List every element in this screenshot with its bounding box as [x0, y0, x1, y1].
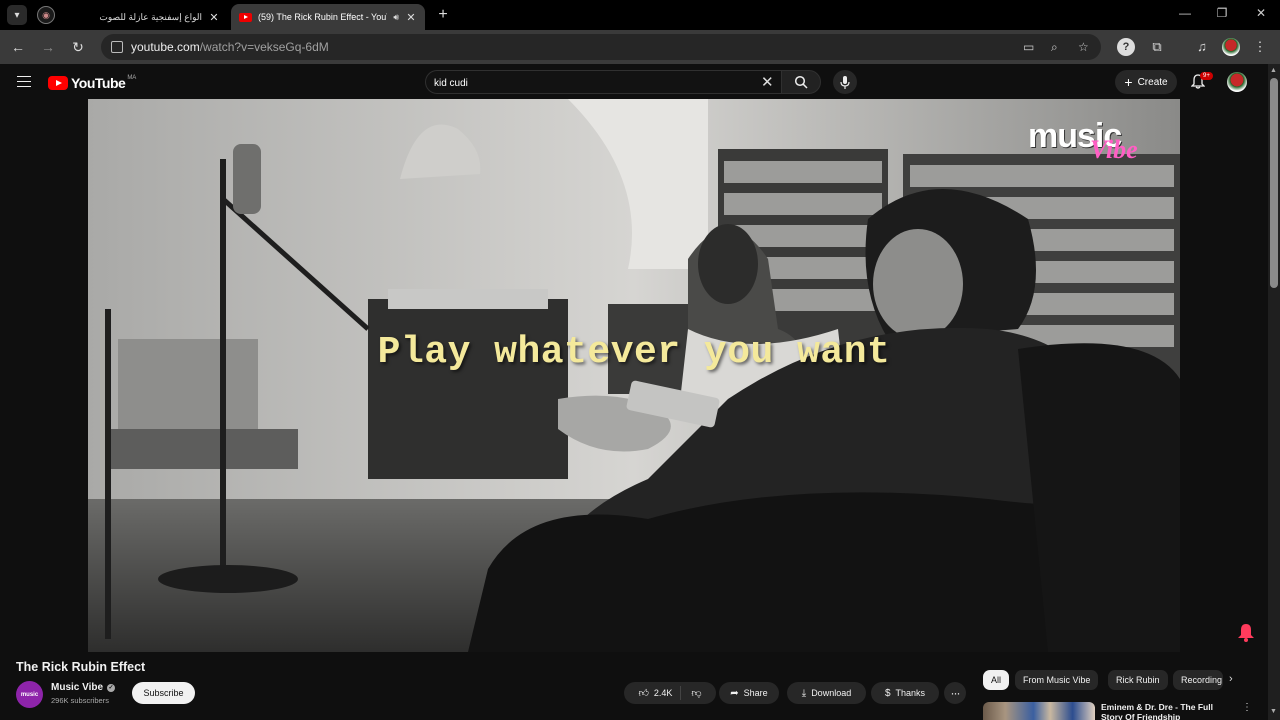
thanks-label: Thanks — [895, 688, 926, 698]
browser-tab-1[interactable]: الواع إسفنجية عازلة للصوت ✕ — [60, 4, 228, 30]
youtube-favicon-icon — [239, 12, 252, 22]
zoom-icon[interactable]: ⌕ — [1051, 40, 1058, 55]
recommended-video-thumbnail[interactable] — [983, 702, 1095, 720]
url-text: youtube.com/watch?v=vekseGq-6dM — [131, 40, 329, 54]
media-control-icon[interactable]: ♫ — [1193, 39, 1211, 54]
like-button[interactable]: 👍︎ 2.4K — [638, 686, 682, 700]
account-avatar[interactable] — [1227, 72, 1247, 92]
scroll-down-arrow-icon[interactable]: ▼ — [1270, 708, 1277, 715]
url-host: youtube.com — [131, 40, 200, 54]
channel-watermark-logo[interactable]: music Vibe — [1028, 119, 1158, 165]
subscribe-button[interactable]: Subscribe — [132, 682, 195, 704]
speaker-icon[interactable]: 🔊︎ — [393, 12, 399, 23]
subscriber-count: 296K subscribers — [51, 696, 109, 705]
browser-menu-icon[interactable]: ⋮ — [1251, 39, 1269, 55]
video-player[interactable]: Play whatever you want music Vibe — [88, 99, 1180, 652]
super-thanks-icon: $ — [884, 687, 891, 699]
url-path: /watch?v=vekseGq-6dM — [199, 40, 329, 54]
share-button[interactable]: ➦ Share — [719, 682, 779, 704]
microphone-icon — [840, 75, 850, 89]
minimize-icon[interactable]: — — [1177, 6, 1193, 20]
browser-profile-avatar[interactable] — [1222, 38, 1240, 56]
verified-check-icon: ✓ — [107, 683, 116, 692]
channel-name: Music Vibe — [51, 682, 104, 693]
clear-search-icon[interactable]: ✕ — [761, 73, 774, 91]
cast-icon[interactable]: ▭ — [1023, 40, 1034, 54]
window-close-icon[interactable]: ✕ — [1253, 6, 1269, 20]
chip-recording[interactable]: Recording — [1173, 670, 1223, 690]
like-count: 2.4K — [653, 688, 673, 698]
scroll-up-arrow-icon[interactable]: ▲ — [1270, 67, 1277, 74]
like-dislike-group: 👍︎ 2.4K 👎︎ — [624, 682, 716, 704]
plus-icon: + — [1124, 74, 1133, 90]
video-title: The Rick Rubin Effect — [16, 660, 146, 674]
new-tab-button[interactable]: + — [434, 6, 452, 24]
restore-icon[interactable]: ❐ — [1214, 6, 1230, 20]
subscribe-bell-icon[interactable] — [1236, 622, 1256, 647]
channel-name-link[interactable]: Music Vibe ✓ — [51, 682, 116, 693]
tab-close-icon[interactable]: ✕ — [405, 11, 417, 24]
bookmark-star-icon[interactable]: ☆ — [1078, 40, 1089, 54]
chevron-right-icon[interactable]: › — [1229, 673, 1233, 685]
browser-tab-strip: ▾ ◉ الواع إسفنجية عازلة للصوت ✕ (59) The… — [0, 0, 1280, 30]
search-icon — [794, 75, 808, 89]
thumbs-down-icon: 👎︎ — [691, 688, 702, 699]
voice-search-button[interactable] — [833, 70, 857, 94]
hamburger-menu-icon[interactable] — [17, 76, 31, 87]
download-button[interactable]: ⤓ Download — [787, 682, 866, 704]
tab-title: (59) The Rick Rubin Effect - YouTube — [258, 12, 387, 22]
browser-toolbar: ← → ↻ youtube.com/watch?v=vekseGq-6dM ▭ … — [0, 30, 1280, 64]
browser-tab-2-active[interactable]: (59) The Rick Rubin Effect - YouTube 🔊︎ … — [231, 4, 425, 30]
kebab-menu-icon[interactable]: ⋮ — [1242, 702, 1252, 713]
recommended-video-title[interactable]: Eminem & Dr. Dre - The Full Story Of Fri… — [1101, 702, 1231, 720]
more-actions-button[interactable]: ··· — [944, 682, 966, 704]
reload-icon[interactable]: ↻ — [69, 39, 87, 56]
extensions-puzzle-icon[interactable]: ⧉ — [1148, 39, 1166, 55]
tab-title: الواع إسفنجية عازلة للصوت — [99, 11, 202, 22]
video-caption-overlay: Play whatever you want — [377, 331, 891, 374]
youtube-play-icon — [48, 76, 68, 90]
chip-all[interactable]: All — [983, 670, 1010, 690]
channel-avatar-text: music — [20, 691, 39, 698]
forward-arrow-icon[interactable]: → — [39, 39, 57, 55]
tab-close-icon[interactable]: ✕ — [208, 11, 220, 24]
pinned-site-icon: ◉ — [42, 9, 50, 20]
download-arrow-icon: ⤓ — [801, 687, 807, 699]
chip-rick-rubin[interactable]: Rick Rubin — [1108, 670, 1168, 690]
chevron-down-icon: ▾ — [14, 9, 20, 21]
download-label: Download — [811, 688, 852, 698]
back-arrow-icon[interactable]: ← — [9, 39, 27, 55]
search-button[interactable] — [781, 70, 821, 94]
chip-from-channel[interactable]: From Music Vibe — [1015, 670, 1099, 690]
video-frame-image — [88, 99, 1180, 652]
thanks-button[interactable]: $ Thanks — [871, 682, 939, 704]
dislike-button[interactable]: 👎︎ — [681, 687, 701, 699]
youtube-wordmark: YouTube — [71, 75, 126, 91]
thumbs-up-icon: 👍︎ — [638, 688, 649, 699]
notification-count-badge: 9+ — [1200, 72, 1213, 80]
watermark-line2: Vibe — [1090, 135, 1138, 164]
help-extension-icon[interactable]: ? — [1117, 38, 1135, 56]
create-button[interactable]: + Create — [1115, 70, 1177, 94]
tab-search-menu-button[interactable]: ▾ — [7, 5, 27, 25]
share-arrow-icon: ➦ — [730, 687, 739, 699]
pinned-tab[interactable]: ◉ — [37, 6, 55, 24]
youtube-logo[interactable]: YouTube MA — [48, 75, 136, 91]
search-input[interactable] — [434, 75, 754, 91]
create-label: Create — [1137, 76, 1168, 88]
search-box: ✕ — [425, 70, 781, 94]
youtube-masthead: YouTube MA ✕ + Create 9+ — [0, 64, 1268, 100]
share-label: Share — [743, 688, 768, 698]
address-bar[interactable]: youtube.com/watch?v=vekseGq-6dM ▭ ⌕ ☆ — [101, 34, 1101, 60]
site-info-icon[interactable] — [111, 41, 123, 53]
region-code: MA — [127, 75, 137, 81]
scrollbar-thumb[interactable] — [1270, 78, 1278, 288]
channel-avatar[interactable]: music — [16, 681, 43, 708]
